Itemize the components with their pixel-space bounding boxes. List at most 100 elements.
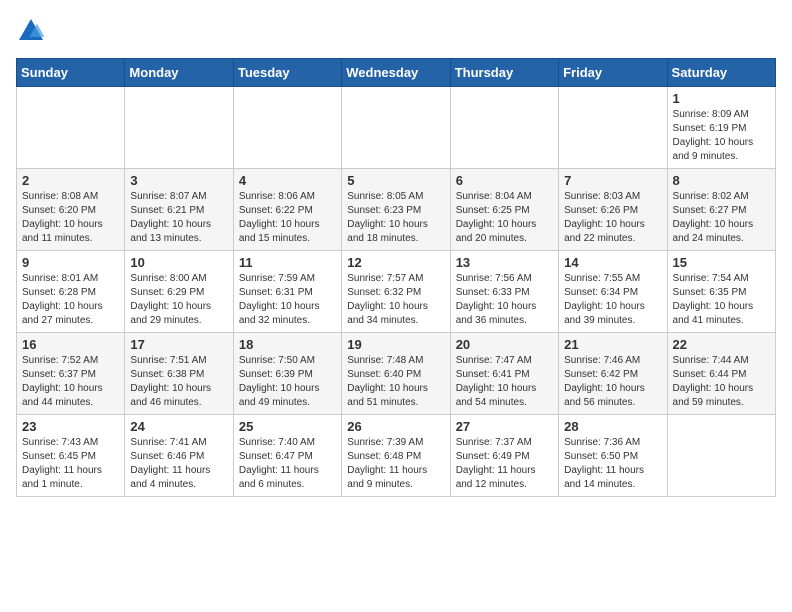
- header-cell-wednesday: Wednesday: [342, 59, 450, 87]
- calendar-cell: [667, 415, 775, 497]
- day-number: 15: [673, 255, 770, 270]
- day-number: 28: [564, 419, 661, 434]
- day-number: 1: [673, 91, 770, 106]
- day-info: Sunrise: 7:43 AM Sunset: 6:45 PM Dayligh…: [22, 436, 119, 492]
- day-number: 12: [347, 255, 444, 270]
- calendar-cell: 12 Sunrise: 7:57 AM Sunset: 6:32 PM Dayli…: [342, 251, 450, 333]
- calendar-cell: 25 Sunrise: 7:40 AM Sunset: 6:47 PM Dayli…: [233, 415, 341, 497]
- day-info: Sunrise: 7:48 AM Sunset: 6:40 PM Dayligh…: [347, 354, 444, 410]
- calendar-cell: 1 Sunrise: 8:09 AM Sunset: 6:19 PM Daylig…: [667, 87, 775, 169]
- calendar-cell: [559, 87, 667, 169]
- calendar-cell: 21 Sunrise: 7:46 AM Sunset: 6:42 PM Dayli…: [559, 333, 667, 415]
- day-number: 24: [130, 419, 227, 434]
- calendar-cell: 11 Sunrise: 7:59 AM Sunset: 6:31 PM Dayli…: [233, 251, 341, 333]
- day-info: Sunrise: 7:46 AM Sunset: 6:42 PM Dayligh…: [564, 354, 661, 410]
- day-number: 13: [456, 255, 553, 270]
- calendar-cell: 4 Sunrise: 8:06 AM Sunset: 6:22 PM Daylig…: [233, 169, 341, 251]
- calendar-cell: 18 Sunrise: 7:50 AM Sunset: 6:39 PM Dayli…: [233, 333, 341, 415]
- logo-icon: [16, 16, 46, 46]
- logo: [16, 16, 50, 46]
- header-cell-tuesday: Tuesday: [233, 59, 341, 87]
- day-number: 6: [456, 173, 553, 188]
- day-number: 27: [456, 419, 553, 434]
- day-number: 2: [22, 173, 119, 188]
- day-info: Sunrise: 7:50 AM Sunset: 6:39 PM Dayligh…: [239, 354, 336, 410]
- calendar-cell: [17, 87, 125, 169]
- day-info: Sunrise: 7:57 AM Sunset: 6:32 PM Dayligh…: [347, 272, 444, 328]
- day-info: Sunrise: 8:09 AM Sunset: 6:19 PM Dayligh…: [673, 108, 770, 164]
- day-number: 19: [347, 337, 444, 352]
- day-number: 26: [347, 419, 444, 434]
- day-info: Sunrise: 8:06 AM Sunset: 6:22 PM Dayligh…: [239, 190, 336, 246]
- calendar-week-3: 9Sunrise: 8:01 AM Sunset: 6:28 PM Daylig…: [17, 251, 776, 333]
- calendar-week-4: 16Sunrise: 7:52 AM Sunset: 6:37 PM Dayli…: [17, 333, 776, 415]
- calendar-week-5: 23 Sunrise: 7:43 AM Sunset: 6:45 PM Dayli…: [17, 415, 776, 497]
- day-info: Sunrise: 8:03 AM Sunset: 6:26 PM Dayligh…: [564, 190, 661, 246]
- day-number: 8: [673, 173, 770, 188]
- day-number: 5: [347, 173, 444, 188]
- calendar-cell: 14Sunrise: 7:55 AM Sunset: 6:34 PM Dayli…: [559, 251, 667, 333]
- calendar-body: 1 Sunrise: 8:09 AM Sunset: 6:19 PM Daylig…: [17, 87, 776, 497]
- day-number: 4: [239, 173, 336, 188]
- day-number: 11: [239, 255, 336, 270]
- day-info: Sunrise: 7:51 AM Sunset: 6:38 PM Dayligh…: [130, 354, 227, 410]
- calendar-cell: 2 Sunrise: 8:08 AM Sunset: 6:20 PM Daylig…: [17, 169, 125, 251]
- day-number: 3: [130, 173, 227, 188]
- day-number: 23: [22, 419, 119, 434]
- day-number: 25: [239, 419, 336, 434]
- calendar-cell: [450, 87, 558, 169]
- day-number: 10: [130, 255, 227, 270]
- calendar-week-2: 2 Sunrise: 8:08 AM Sunset: 6:20 PM Daylig…: [17, 169, 776, 251]
- day-info: Sunrise: 7:36 AM Sunset: 6:50 PM Dayligh…: [564, 436, 661, 492]
- calendar-cell: 8 Sunrise: 8:02 AM Sunset: 6:27 PM Daylig…: [667, 169, 775, 251]
- calendar-cell: 24 Sunrise: 7:41 AM Sunset: 6:46 PM Dayli…: [125, 415, 233, 497]
- day-number: 7: [564, 173, 661, 188]
- calendar-cell: 16Sunrise: 7:52 AM Sunset: 6:37 PM Dayli…: [17, 333, 125, 415]
- calendar-cell: [342, 87, 450, 169]
- calendar-cell: 20 Sunrise: 7:47 AM Sunset: 6:41 PM Dayli…: [450, 333, 558, 415]
- day-info: Sunrise: 7:39 AM Sunset: 6:48 PM Dayligh…: [347, 436, 444, 492]
- header-cell-monday: Monday: [125, 59, 233, 87]
- page-header: [16, 16, 776, 46]
- calendar-cell: 26 Sunrise: 7:39 AM Sunset: 6:48 PM Dayli…: [342, 415, 450, 497]
- calendar-cell: 23 Sunrise: 7:43 AM Sunset: 6:45 PM Dayli…: [17, 415, 125, 497]
- calendar-cell: 9Sunrise: 8:01 AM Sunset: 6:28 PM Daylig…: [17, 251, 125, 333]
- day-info: Sunrise: 7:47 AM Sunset: 6:41 PM Dayligh…: [456, 354, 553, 410]
- day-info: Sunrise: 7:54 AM Sunset: 6:35 PM Dayligh…: [673, 272, 770, 328]
- calendar-cell: 13Sunrise: 7:56 AM Sunset: 6:33 PM Dayli…: [450, 251, 558, 333]
- header-cell-saturday: Saturday: [667, 59, 775, 87]
- day-info: Sunrise: 7:41 AM Sunset: 6:46 PM Dayligh…: [130, 436, 227, 492]
- day-info: Sunrise: 8:05 AM Sunset: 6:23 PM Dayligh…: [347, 190, 444, 246]
- calendar-cell: 3 Sunrise: 8:07 AM Sunset: 6:21 PM Daylig…: [125, 169, 233, 251]
- day-info: Sunrise: 7:44 AM Sunset: 6:44 PM Dayligh…: [673, 354, 770, 410]
- day-info: Sunrise: 7:52 AM Sunset: 6:37 PM Dayligh…: [22, 354, 119, 410]
- day-info: Sunrise: 8:02 AM Sunset: 6:27 PM Dayligh…: [673, 190, 770, 246]
- header-cell-sunday: Sunday: [17, 59, 125, 87]
- day-number: 22: [673, 337, 770, 352]
- day-number: 9: [22, 255, 119, 270]
- day-number: 17: [130, 337, 227, 352]
- day-info: Sunrise: 8:00 AM Sunset: 6:29 PM Dayligh…: [130, 272, 227, 328]
- calendar-cell: 28 Sunrise: 7:36 AM Sunset: 6:50 PM Dayli…: [559, 415, 667, 497]
- calendar-cell: 6 Sunrise: 8:04 AM Sunset: 6:25 PM Daylig…: [450, 169, 558, 251]
- day-number: 20: [456, 337, 553, 352]
- calendar-cell: 17 Sunrise: 7:51 AM Sunset: 6:38 PM Dayli…: [125, 333, 233, 415]
- day-info: Sunrise: 7:55 AM Sunset: 6:34 PM Dayligh…: [564, 272, 661, 328]
- day-number: 21: [564, 337, 661, 352]
- calendar-table: SundayMondayTuesdayWednesdayThursdayFrid…: [16, 58, 776, 497]
- calendar-cell: 15 Sunrise: 7:54 AM Sunset: 6:35 PM Dayli…: [667, 251, 775, 333]
- day-info: Sunrise: 8:07 AM Sunset: 6:21 PM Dayligh…: [130, 190, 227, 246]
- calendar-header-row: SundayMondayTuesdayWednesdayThursdayFrid…: [17, 59, 776, 87]
- day-number: 18: [239, 337, 336, 352]
- day-info: Sunrise: 7:59 AM Sunset: 6:31 PM Dayligh…: [239, 272, 336, 328]
- day-info: Sunrise: 8:04 AM Sunset: 6:25 PM Dayligh…: [456, 190, 553, 246]
- calendar-cell: 19 Sunrise: 7:48 AM Sunset: 6:40 PM Dayli…: [342, 333, 450, 415]
- day-info: Sunrise: 8:08 AM Sunset: 6:20 PM Dayligh…: [22, 190, 119, 246]
- calendar-cell: 7 Sunrise: 8:03 AM Sunset: 6:26 PM Daylig…: [559, 169, 667, 251]
- day-info: Sunrise: 7:40 AM Sunset: 6:47 PM Dayligh…: [239, 436, 336, 492]
- header-cell-friday: Friday: [559, 59, 667, 87]
- header-cell-thursday: Thursday: [450, 59, 558, 87]
- calendar-cell: 27 Sunrise: 7:37 AM Sunset: 6:49 PM Dayli…: [450, 415, 558, 497]
- calendar-cell: 10 Sunrise: 8:00 AM Sunset: 6:29 PM Dayli…: [125, 251, 233, 333]
- day-info: Sunrise: 7:37 AM Sunset: 6:49 PM Dayligh…: [456, 436, 553, 492]
